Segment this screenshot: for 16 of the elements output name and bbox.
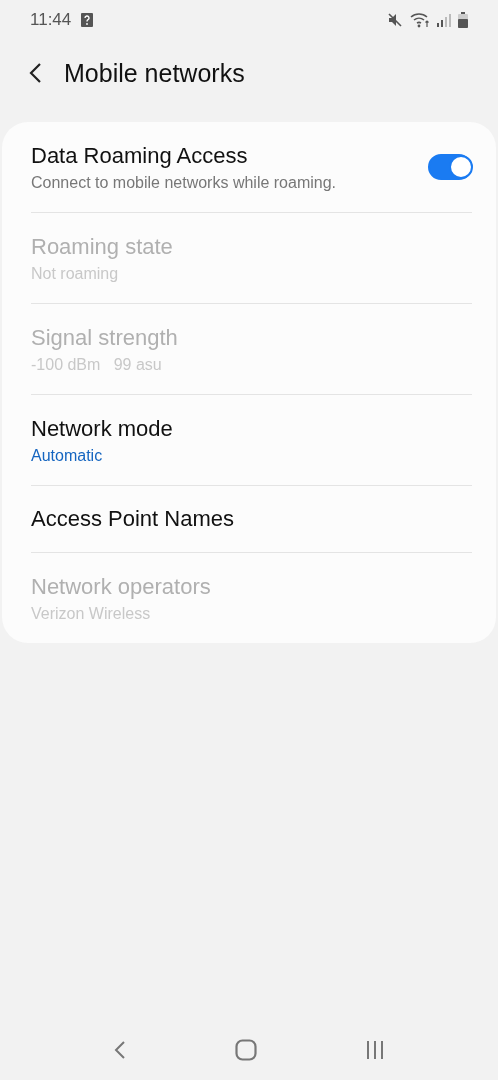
setting-title[interactable]: Network mode <box>31 415 472 442</box>
home-icon[interactable] <box>235 1039 257 1061</box>
signal-icon <box>437 13 451 27</box>
setting-summary: Connect to mobile networks while roaming. <box>31 173 338 192</box>
setting-title[interactable]: Data Roaming Access <box>31 142 428 169</box>
recent-apps-icon[interactable] <box>365 1040 385 1060</box>
page-title: Mobile networks <box>64 58 245 88</box>
battery-icon <box>458 12 468 28</box>
status-time: 11:44 <box>30 10 72 30</box>
wifi-icon <box>410 12 430 28</box>
notification-icon <box>81 13 94 27</box>
setting-title[interactable]: Access Point Names <box>31 506 472 532</box>
setting-summary: Automatic <box>31 446 104 465</box>
mute-icon <box>387 12 403 28</box>
back-icon[interactable] <box>28 62 42 84</box>
toggle-switch[interactable] <box>428 154 472 180</box>
